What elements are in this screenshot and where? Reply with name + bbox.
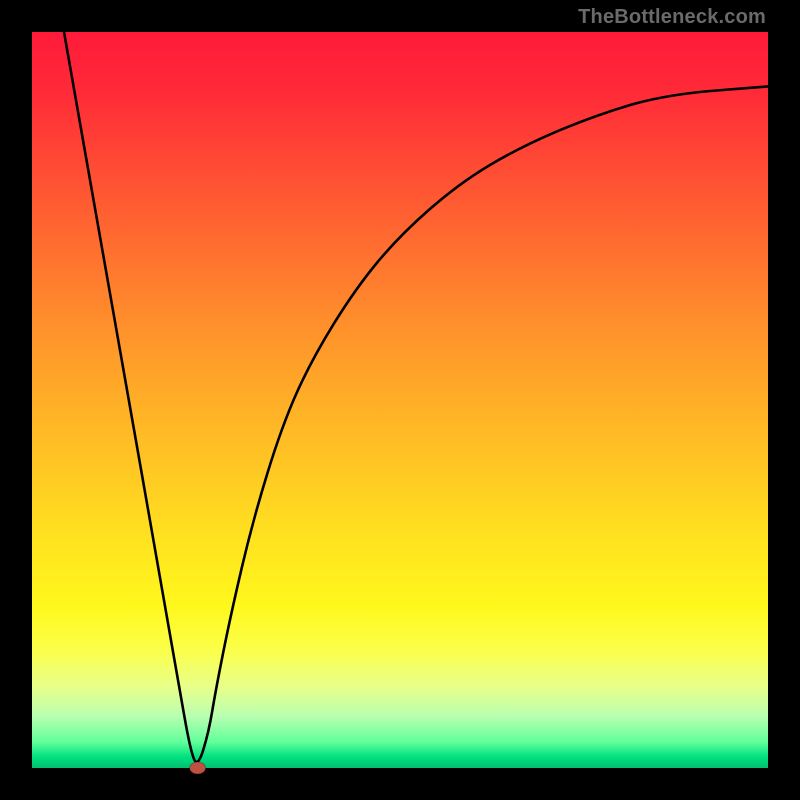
bottleneck-chart: TheBottleneck.com <box>0 0 800 800</box>
chart-svg <box>32 32 768 768</box>
bottleneck-curve-path <box>64 32 768 762</box>
watermark-text: TheBottleneck.com <box>578 6 766 29</box>
plot-area <box>32 32 768 768</box>
optimal-point-marker <box>190 762 206 774</box>
